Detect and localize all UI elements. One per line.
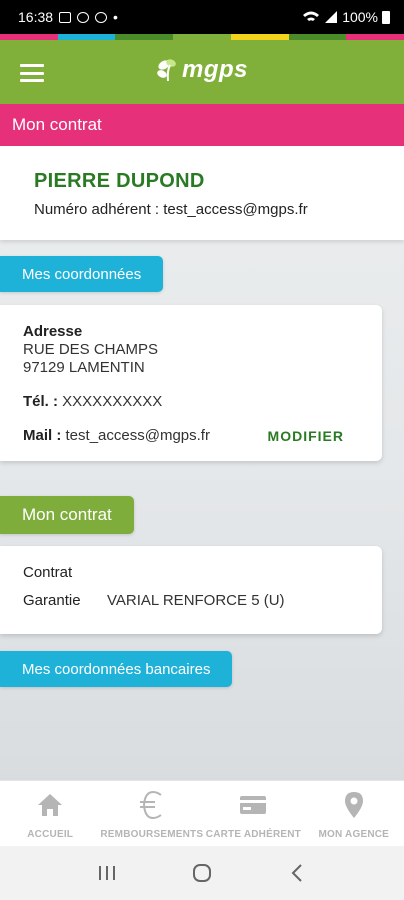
coordinates-tab: Mes coordonnées	[0, 256, 164, 292]
bank-details-tab-label: Mes coordonnées bancaires	[22, 660, 211, 678]
recent-apps-icon	[99, 866, 116, 880]
more-notifications-icon: •	[113, 9, 118, 25]
nav-item-home[interactable]: ACCUEIL	[0, 781, 100, 846]
nav-label-agency: MON AGENCE	[318, 829, 390, 840]
phone-label: Tél. :	[23, 393, 63, 410]
signal-icon	[325, 11, 338, 23]
phone-value: XXXXXXXXXX	[62, 393, 163, 410]
recent-apps-button[interactable]	[87, 858, 127, 888]
card-icon	[240, 796, 267, 814]
guarantee-value: VARIAL RENFORCE 5 (U)	[107, 592, 285, 609]
contract-card: Contrat Garantie VARIAL RENFORCE 5 (U)	[0, 546, 382, 634]
menu-button[interactable]	[20, 64, 44, 82]
back-chevron-icon	[291, 864, 302, 882]
member-number: Numéro adhérent : test_access@mgps.fr	[34, 201, 308, 218]
phone-line: Tél. : XXXXXXXXXX	[23, 393, 162, 410]
menu-bar	[20, 64, 44, 67]
nav-label-reimbursements: REMBOURSEMENTS	[100, 829, 204, 840]
mgps-logo: mgps	[156, 56, 248, 84]
coordinates-tab-label: Mes coordonnées	[22, 265, 142, 283]
status-time: 16:38	[18, 9, 54, 25]
member-card: PIERRE DUPOND Numéro adhérent : test_acc…	[0, 146, 404, 240]
euro-icon	[139, 790, 162, 820]
contract-tab-label: Mon contrat	[22, 505, 112, 524]
section-title-bar: Mon contrat	[0, 104, 404, 146]
battery-percentage: 100%	[342, 9, 378, 25]
member-number-value: test_access@mgps.fr	[163, 201, 308, 218]
guarantee-label: Garantie	[23, 592, 81, 609]
status-bar: 16:38 • 100%	[0, 0, 404, 34]
mail-line: Mail : test_access@mgps.fr	[23, 427, 210, 444]
home-icon	[38, 794, 63, 816]
location-pin-icon	[344, 792, 363, 818]
wifi-icon	[303, 11, 320, 21]
nav-item-reimbursements[interactable]: REMBOURSEMENTS	[100, 781, 203, 846]
menu-bar	[20, 71, 44, 75]
home-circle-icon	[192, 864, 211, 882]
mail-label: Mail :	[23, 427, 66, 444]
coordinates-card: Adresse RUE DES CHAMPS 97129 LAMENTIN Té…	[0, 305, 382, 461]
nav-item-agency[interactable]: MON AGENCE	[304, 781, 404, 846]
battery-icon	[382, 10, 390, 24]
logo-text: mgps	[181, 56, 248, 83]
address-title: Adresse	[23, 323, 83, 340]
contract-label: Contrat	[23, 564, 73, 581]
smiley-notification-icon	[95, 11, 108, 23]
mail-value: test_access@mgps.fr	[65, 427, 210, 444]
menu-bar	[20, 79, 44, 82]
nav-label-member-card: CARTE ADHÉRENT	[205, 829, 301, 840]
address-line-1: RUE DES CHAMPS	[23, 341, 159, 358]
address-line-2: 97129 LAMENTIN	[23, 359, 145, 376]
system-navigation-bar	[0, 846, 404, 900]
member-name: PIERRE DUPOND	[34, 170, 205, 192]
contract-tab: Mon contrat	[0, 496, 134, 534]
nav-item-member-card[interactable]: CARTE ADHÉRENT	[203, 781, 303, 846]
bank-details-tab[interactable]: Mes coordonnées bancaires	[0, 651, 233, 687]
bottom-navigation: ACCUEIL REMBOURSEMENTS CARTE ADHÉRENT MO…	[0, 780, 404, 846]
section-title: Mon contrat	[12, 115, 102, 134]
leaf-logo-icon	[157, 59, 176, 82]
nav-label-home: ACCUEIL	[27, 829, 74, 840]
home-system-button[interactable]	[182, 858, 222, 888]
modify-button[interactable]: MODIFIER	[268, 428, 344, 444]
image-notification-icon	[59, 11, 72, 23]
app-header: mgps	[0, 40, 404, 104]
sync-notification-icon	[77, 11, 90, 23]
member-number-label: Numéro adhérent :	[34, 201, 164, 218]
back-button[interactable]	[277, 858, 317, 888]
